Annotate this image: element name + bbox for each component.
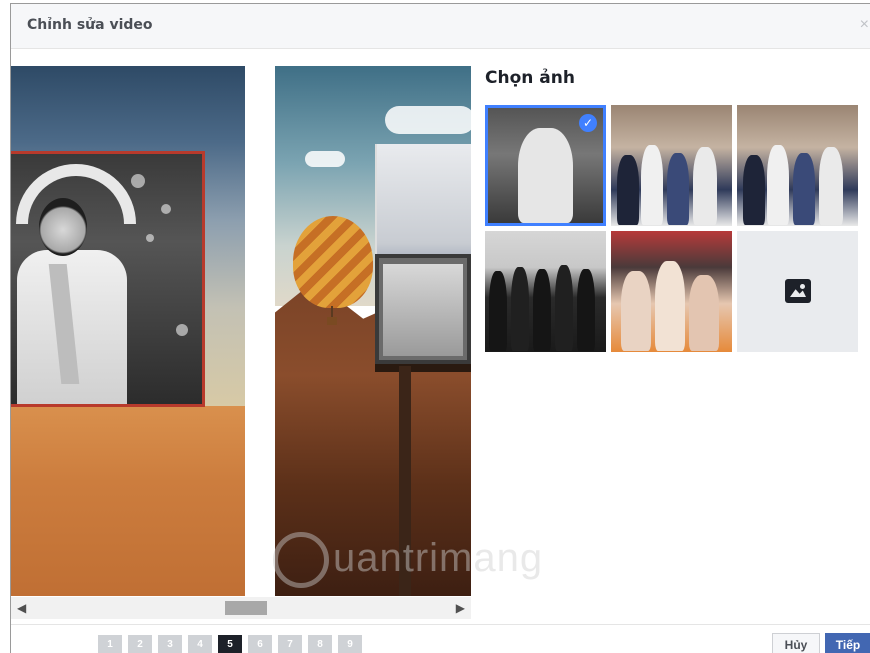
photo-tile-1[interactable]: ✓ — [485, 105, 606, 226]
bokeh-light — [131, 174, 145, 188]
photo-subject — [641, 145, 663, 225]
photo-subject — [533, 269, 551, 351]
photo-subject — [743, 155, 765, 225]
photo-subject — [621, 271, 651, 351]
page-button-4[interactable]: 4 — [188, 635, 212, 653]
watermark-logo: uantrimang — [273, 532, 603, 592]
photo-subject — [617, 155, 639, 225]
page-button-5[interactable]: 5 — [218, 635, 242, 653]
close-icon[interactable]: × — [860, 16, 869, 34]
choose-photo-title: Chọn ảnh — [485, 68, 575, 88]
cancel-button[interactable]: Hủy — [772, 633, 820, 653]
photo-subject — [793, 153, 815, 225]
photo-tile-5[interactable] — [611, 231, 732, 352]
bokeh-light — [161, 204, 171, 214]
scroll-left-icon[interactable]: ◀ — [17, 601, 26, 615]
add-photo-tile[interactable] — [737, 231, 858, 352]
horizontal-scrollbar[interactable]: ◀ ▶ — [11, 597, 471, 619]
cloud — [385, 106, 471, 134]
photo-subject — [555, 265, 573, 351]
framed-photo — [11, 151, 205, 407]
watermark-circle — [273, 532, 329, 588]
dialog-title: Chỉnh sửa video — [27, 17, 153, 33]
photo-subject — [577, 269, 595, 351]
dialog-header: Chỉnh sửa video × — [11, 4, 870, 49]
slide-pager: 123456789 — [98, 634, 368, 653]
photo-subject — [511, 267, 529, 351]
photo-subject — [489, 271, 507, 351]
next-button[interactable]: Tiếp — [825, 633, 870, 653]
slide-previous[interactable] — [11, 66, 245, 596]
photo-grid: ✓ — [485, 105, 861, 355]
photo-icon — [785, 279, 811, 303]
photo-subject — [767, 145, 789, 225]
check-icon: ✓ — [579, 114, 597, 132]
bokeh-light — [176, 324, 188, 336]
scroll-thumb[interactable] — [225, 601, 267, 615]
watermark-text: uantrimang — [333, 536, 544, 580]
desert-ground — [11, 406, 245, 596]
video-preview — [11, 66, 471, 596]
page-button-7[interactable]: 7 — [278, 635, 302, 653]
photo-subject — [518, 128, 573, 223]
dialog-footer: 123456789 Hủy Tiếp — [11, 624, 870, 653]
photo-subject — [655, 261, 685, 351]
slide-current[interactable] — [275, 66, 471, 596]
photo-subject — [819, 147, 843, 225]
page-button-9[interactable]: 9 — [338, 635, 362, 653]
photo-tile-2[interactable] — [611, 105, 732, 226]
billboard — [375, 254, 471, 364]
page-button-2[interactable]: 2 — [128, 635, 152, 653]
person-head — [39, 198, 87, 256]
page-button-8[interactable]: 8 — [308, 635, 332, 653]
photo-tile-3[interactable] — [737, 105, 858, 226]
edit-video-dialog: Chỉnh sửa video × ◀ ▶ uantrimang Chọn ản… — [10, 3, 870, 653]
hot-air-balloon — [293, 216, 373, 308]
page-button-3[interactable]: 3 — [158, 635, 182, 653]
page-button-1[interactable]: 1 — [98, 635, 122, 653]
cloud — [305, 151, 345, 167]
bokeh-light — [146, 234, 154, 242]
photo-tile-4[interactable] — [485, 231, 606, 352]
scroll-right-icon[interactable]: ▶ — [456, 601, 465, 615]
photo-subject — [693, 147, 717, 225]
photo-subject — [689, 275, 719, 351]
billboard-base — [375, 364, 471, 372]
page-button-6[interactable]: 6 — [248, 635, 272, 653]
balloon-basket — [327, 317, 337, 325]
photo-subject — [667, 153, 689, 225]
billboard-photo — [383, 264, 463, 356]
